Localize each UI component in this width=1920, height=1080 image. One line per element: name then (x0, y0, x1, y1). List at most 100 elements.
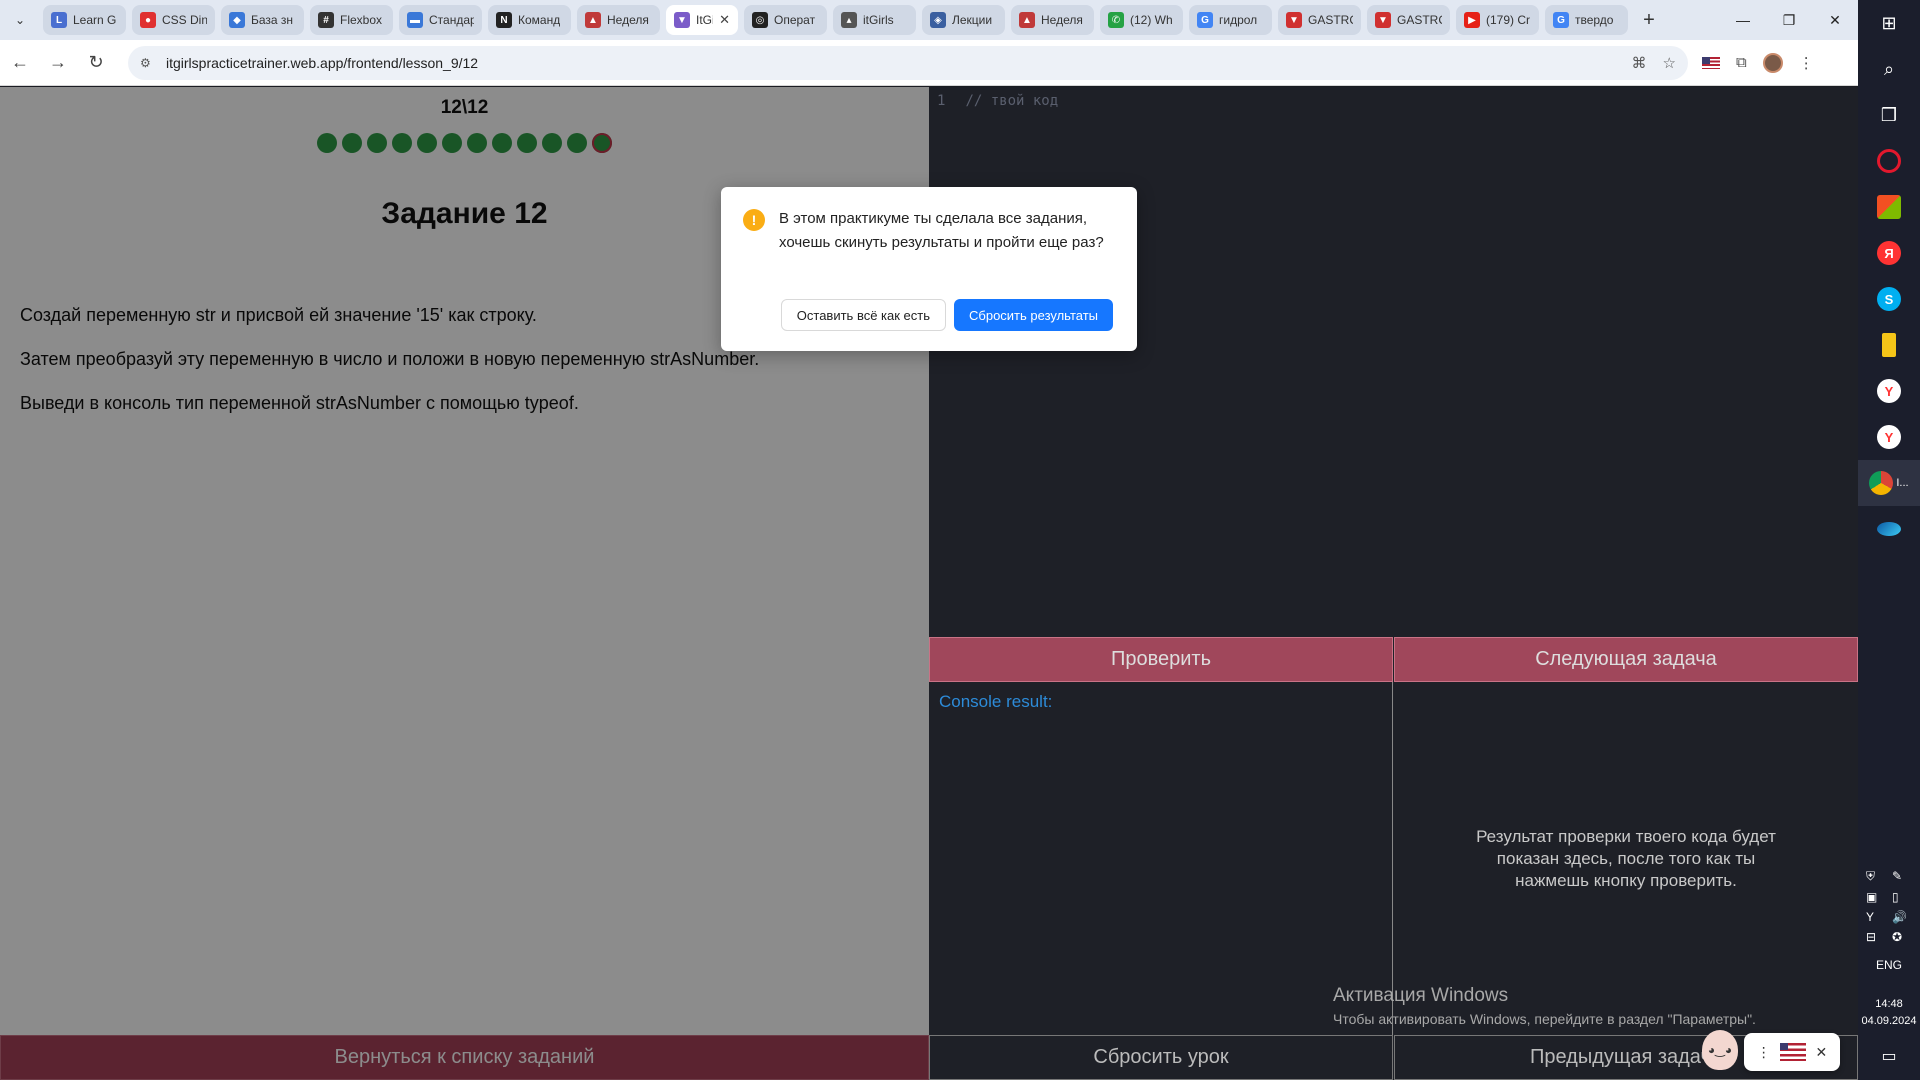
tab-close-icon[interactable]: ✕ (719, 12, 730, 28)
browser-tab[interactable]: ▬ Стандар (399, 5, 482, 35)
progress-dot[interactable] (567, 133, 587, 153)
code-editor[interactable]: 1 // твой код (929, 87, 1858, 637)
language-popup[interactable]: ⋮ ✕ (1744, 1033, 1840, 1071)
windows-start-icon[interactable]: ⊞ (1858, 0, 1920, 46)
browser-tab-strip: ⌄ L Learn G ● CSS Din ◆ База зн # Flexbox ▬ Станд… (0, 0, 1858, 40)
edge-icon[interactable] (1858, 506, 1920, 552)
next-task-button[interactable]: Следующая задача (1394, 637, 1858, 682)
opera-icon[interactable] (1858, 138, 1920, 184)
bookmark-star-icon[interactable]: ☆ (1663, 54, 1676, 72)
browser-tab[interactable]: ▼ GASTRC (1367, 5, 1450, 35)
popup-menu-icon[interactable]: ⋮ (1757, 1044, 1771, 1061)
browser-tab[interactable]: ▲ Неделя (1011, 5, 1094, 35)
tab-search-chevron-icon[interactable]: ⌄ (0, 0, 40, 40)
browser-tab[interactable]: ▲ Неделя (577, 5, 660, 35)
progress-dot[interactable] (517, 133, 537, 153)
translate-icon[interactable]: ⌘ (1632, 54, 1647, 72)
browser-tab[interactable]: ◎ Операт (744, 5, 827, 35)
browser-tab[interactable]: ▼ GASTRC (1278, 5, 1361, 35)
browser-tab[interactable]: ▼ ItGi ✕ (666, 5, 738, 35)
browser-toolbar: ← → ↻ ⚙ itgirlspracticetrainer.web.app/f… (0, 40, 1858, 86)
shield-icon[interactable]: ⛨ (1866, 869, 1886, 884)
tab-favicon-icon: ◈ (930, 12, 946, 28)
browser-tab[interactable]: Gтвердо (1545, 5, 1628, 35)
network-icon[interactable]: ⊟ (1866, 930, 1886, 944)
reset-results-button[interactable]: Сбросить результаты (954, 299, 1113, 331)
browser-tab[interactable]: ● CSS Din (132, 5, 215, 35)
back-arrow-icon[interactable]: ← (2, 45, 38, 81)
tab-favicon-icon: ▲ (585, 12, 601, 28)
tab-list: L Learn G ● CSS Din ◆ База зн # Flexbox ▬ Стандар… (40, 0, 1631, 40)
browser-tab[interactable]: ▶ (179) Cr (1456, 5, 1539, 35)
yandex-tray-icon[interactable]: Y (1866, 910, 1886, 924)
clock[interactable]: 14:48 04.09.2024 (1861, 996, 1916, 1030)
browser-tab[interactable]: N Команд (488, 5, 571, 35)
tab-title: itGirls (863, 13, 894, 27)
tab-title: Лекции (952, 13, 993, 27)
battery-icon[interactable]: ▯ (1892, 890, 1912, 904)
tab-title: Стандар (429, 13, 474, 27)
url-text[interactable]: itgirlspracticetrainer.web.app/frontend/… (166, 55, 1632, 71)
tab-favicon-icon: ▼ (1375, 12, 1391, 28)
tab-favicon-icon: L (51, 12, 67, 28)
close-window-button[interactable]: ✕ (1812, 0, 1858, 40)
notifications-icon[interactable]: ▭ (1881, 1046, 1896, 1066)
tab-title: CSS Din (162, 13, 207, 27)
yandex-browser-icon[interactable]: Y (1858, 368, 1920, 414)
store-icon[interactable] (1858, 184, 1920, 230)
minimize-button[interactable]: — (1720, 0, 1766, 40)
file-explorer-icon[interactable] (1858, 322, 1920, 368)
browser-menu-icon[interactable]: ⋮ (1799, 54, 1814, 72)
progress-dot[interactable] (417, 133, 437, 153)
forward-arrow-icon[interactable]: → (40, 45, 76, 81)
progress-dot[interactable] (392, 133, 412, 153)
keep-results-button[interactable]: Оставить всё как есть (780, 299, 946, 331)
progress-dot[interactable] (542, 133, 562, 153)
progress-dot[interactable] (317, 133, 337, 153)
browser-tab[interactable]: L Learn G (43, 5, 126, 35)
volume-icon[interactable]: 🔊 (1892, 910, 1912, 924)
skype-icon[interactable]: S (1858, 276, 1920, 322)
browser-tab[interactable]: ▴ itGirls (833, 5, 916, 35)
progress-dot[interactable] (342, 133, 362, 153)
language-indicator[interactable]: ENG (1876, 958, 1902, 972)
status-icon[interactable]: ✪ (1892, 930, 1912, 944)
line-number: 1 (937, 93, 946, 109)
nvidia-icon[interactable]: ▣ (1866, 890, 1886, 904)
extensions-puzzle-icon[interactable]: ⧉ (1736, 54, 1747, 71)
back-to-list-button[interactable]: Вернуться к списку заданий (0, 1035, 929, 1080)
mascot-icon[interactable]: ◕‿◕ (1702, 1030, 1738, 1070)
check-button[interactable]: Проверить (929, 637, 1393, 682)
progress-dot[interactable] (492, 133, 512, 153)
watermark-subtitle: Чтобы активировать Windows, перейдите в … (1333, 1011, 1756, 1027)
browser-tab[interactable]: Gгидрол (1189, 5, 1272, 35)
warning-icon: ! (743, 209, 765, 231)
profile-avatar[interactable] (1762, 52, 1783, 73)
tab-favicon-icon: N (496, 12, 512, 28)
popup-close-icon[interactable]: ✕ (1816, 1044, 1828, 1061)
restore-button[interactable]: ❐ (1766, 0, 1812, 40)
progress-dot[interactable] (367, 133, 387, 153)
tab-title: Команд (518, 13, 561, 27)
yandex-icon[interactable]: Я (1858, 230, 1920, 276)
new-tab-button[interactable]: + (1635, 6, 1663, 34)
progress-dot[interactable] (592, 133, 612, 153)
browser-tab[interactable]: ✆ (12) Wh (1100, 5, 1183, 35)
yandex-browser-icon[interactable]: Y (1858, 414, 1920, 460)
site-info-icon[interactable]: ⚙ (140, 56, 156, 70)
progress-dot[interactable] (467, 133, 487, 153)
watermark-title: Активация Windows (1333, 985, 1509, 1006)
tab-favicon-icon: ▲ (1019, 12, 1035, 28)
task-view-icon[interactable]: ❒ (1858, 92, 1920, 138)
address-bar[interactable]: ⚙ itgirlspracticetrainer.web.app/fronten… (128, 45, 1688, 80)
progress-dot[interactable] (442, 133, 462, 153)
browser-tab[interactable]: # Flexbox (310, 5, 393, 35)
pen-icon[interactable]: ✎ (1892, 869, 1912, 884)
chrome-icon[interactable]: I... (1858, 460, 1920, 506)
us-flag-extension-icon[interactable] (1702, 56, 1720, 69)
reset-lesson-button[interactable]: Сбросить урок (929, 1035, 1393, 1080)
reload-icon[interactable]: ↻ (78, 45, 114, 81)
browser-tab[interactable]: ◆ База зн (221, 5, 304, 35)
browser-tab[interactable]: ◈ Лекции (922, 5, 1005, 35)
search-icon[interactable]: ⌕ (1858, 46, 1920, 92)
